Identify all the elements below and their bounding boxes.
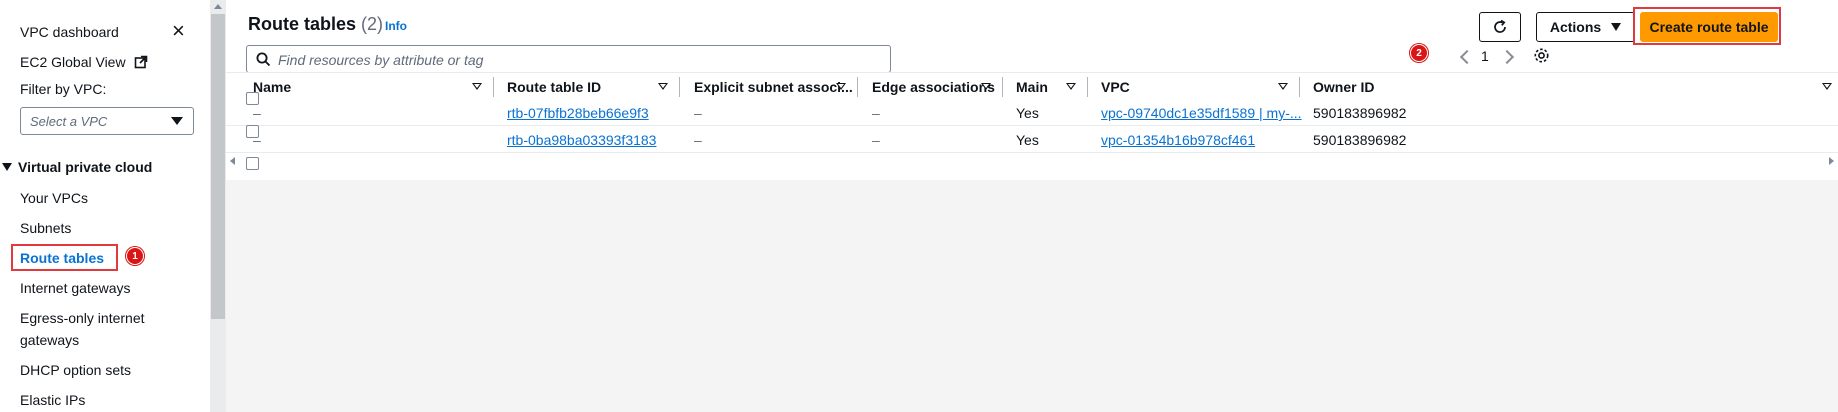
caret-down-icon: [2, 163, 12, 171]
column-divider[interactable]: [679, 77, 680, 97]
vpc-filter-select[interactable]: Select a VPC: [20, 107, 194, 135]
page-title: Route tables (2): [248, 14, 383, 35]
cell-explicit: –: [694, 132, 702, 148]
cell-explicit: –: [694, 105, 702, 121]
sidebar-item-route-tables[interactable]: Route tables: [20, 250, 104, 266]
caret-down-icon: [1611, 23, 1622, 31]
filter-label: Filter by VPC:: [20, 81, 107, 97]
sort-icon[interactable]: [1822, 83, 1832, 90]
sidebar-item-your-vpcs[interactable]: Your VPCs: [20, 190, 88, 206]
settings-gear-icon[interactable]: [1533, 47, 1550, 69]
page-title-text: Route tables: [248, 14, 357, 34]
column-divider[interactable]: [1002, 77, 1003, 97]
sort-icon[interactable]: [981, 83, 991, 90]
row-checkbox[interactable]: [246, 157, 259, 170]
column-divider[interactable]: [857, 77, 858, 97]
actions-button[interactable]: Actions: [1536, 12, 1635, 42]
external-link-icon: [134, 55, 148, 72]
app-root: VPC dashboard × EC2 Global View Filter b…: [0, 0, 1838, 412]
sidebar-item-egress-only[interactable]: Egress-only internet: [20, 310, 145, 326]
step-badge-1: 1: [126, 247, 144, 265]
sidebar-item-egress-only-cont[interactable]: gateways: [20, 332, 79, 348]
sidebar-item-dhcp-option-sets[interactable]: DHCP option sets: [20, 362, 131, 378]
create-route-table-button[interactable]: Create route table: [1640, 12, 1778, 42]
main-content: Route tables (2) Info Find resources by …: [226, 0, 1838, 412]
sidebar: VPC dashboard × EC2 Global View Filter b…: [0, 0, 210, 412]
cell-main: Yes: [1016, 132, 1039, 148]
select-all-checkbox[interactable]: [246, 92, 259, 105]
nav-ec2-global-view-label: EC2 Global View: [20, 54, 126, 70]
cell-vpc[interactable]: vpc-09740dc1e35df1589 | my-...: [1101, 105, 1302, 121]
col-route-table-id[interactable]: Route table ID: [507, 79, 601, 95]
refresh-icon: [1492, 19, 1508, 35]
search-placeholder: Find resources by attribute or tag: [278, 52, 484, 68]
section-virtual-private-cloud[interactable]: Virtual private cloud: [2, 159, 152, 175]
col-explicit-subnet[interactable]: Explicit subnet associ...: [694, 79, 853, 95]
caret-down-icon: [171, 117, 183, 125]
table-header: Name Route table ID Explicit subnet asso…: [226, 72, 1838, 100]
step-badge-2: 2: [1410, 44, 1428, 62]
search-icon: [256, 52, 271, 72]
close-icon[interactable]: ×: [172, 20, 190, 42]
sidebar-item-subnets[interactable]: Subnets: [20, 220, 71, 236]
col-vpc[interactable]: VPC: [1101, 79, 1130, 95]
empty-area: [226, 152, 1838, 412]
scroll-left-arrow-icon[interactable]: [230, 157, 235, 165]
chevron-left-icon[interactable]: [1459, 49, 1475, 65]
route-tables-panel: Route tables (2) Info Find resources by …: [226, 0, 1838, 180]
column-divider[interactable]: [1087, 77, 1088, 97]
sort-icon[interactable]: [472, 83, 482, 90]
cell-edge: –: [872, 105, 880, 121]
page-title-count: (2): [361, 14, 384, 34]
cell-vpc[interactable]: vpc-01354b16b978cf461: [1101, 132, 1255, 148]
column-divider[interactable]: [493, 77, 494, 97]
nav-vpc-dashboard[interactable]: VPC dashboard: [20, 24, 119, 40]
col-owner-id[interactable]: Owner ID: [1313, 79, 1374, 95]
column-divider[interactable]: [1299, 77, 1300, 97]
scroll-right-arrow-icon[interactable]: [1829, 157, 1834, 165]
sort-icon[interactable]: [1278, 83, 1288, 90]
page-number[interactable]: 1: [1481, 48, 1489, 64]
info-link[interactable]: Info: [385, 19, 407, 33]
sort-icon[interactable]: [1066, 83, 1076, 90]
section-title-label: Virtual private cloud: [18, 159, 153, 175]
sidebar-item-elastic-ips[interactable]: Elastic IPs: [20, 392, 85, 408]
actions-label: Actions: [1549, 19, 1602, 35]
nav-ec2-global-view[interactable]: EC2 Global View: [20, 54, 148, 72]
cell-route-table-id[interactable]: rtb-0ba98ba03393f3183: [507, 132, 656, 148]
col-edge-associations[interactable]: Edge associations: [872, 79, 995, 95]
cell-edge: –: [872, 132, 880, 148]
row-checkbox[interactable]: [246, 125, 259, 138]
table-row[interactable]: – rtb-07fbfb28beb66e9f3 – – Yes vpc-0974…: [226, 99, 1838, 126]
cell-main: Yes: [1016, 105, 1039, 121]
search-input[interactable]: Find resources by attribute or tag: [246, 45, 891, 73]
scrollbar-thumb[interactable]: [211, 14, 225, 319]
sort-icon[interactable]: [836, 83, 846, 90]
cell-route-table-id[interactable]: rtb-07fbfb28beb66e9f3: [507, 105, 649, 121]
scroll-up-arrow-icon[interactable]: [214, 4, 222, 9]
sidebar-item-internet-gateways[interactable]: Internet gateways: [20, 280, 131, 296]
refresh-button[interactable]: [1479, 12, 1521, 42]
cell-owner-id: 590183896982: [1313, 132, 1407, 148]
vpc-filter-placeholder: Select a VPC: [30, 114, 108, 129]
table-row[interactable]: – rtb-0ba98ba03393f3183 – – Yes vpc-0135…: [226, 126, 1838, 153]
col-main[interactable]: Main: [1016, 79, 1048, 95]
cell-owner-id: 590183896982: [1313, 105, 1407, 121]
chevron-right-icon[interactable]: [1499, 49, 1515, 65]
sort-icon[interactable]: [658, 83, 668, 90]
cell-name: –: [253, 105, 261, 121]
sidebar-scrollbar[interactable]: [210, 0, 226, 412]
